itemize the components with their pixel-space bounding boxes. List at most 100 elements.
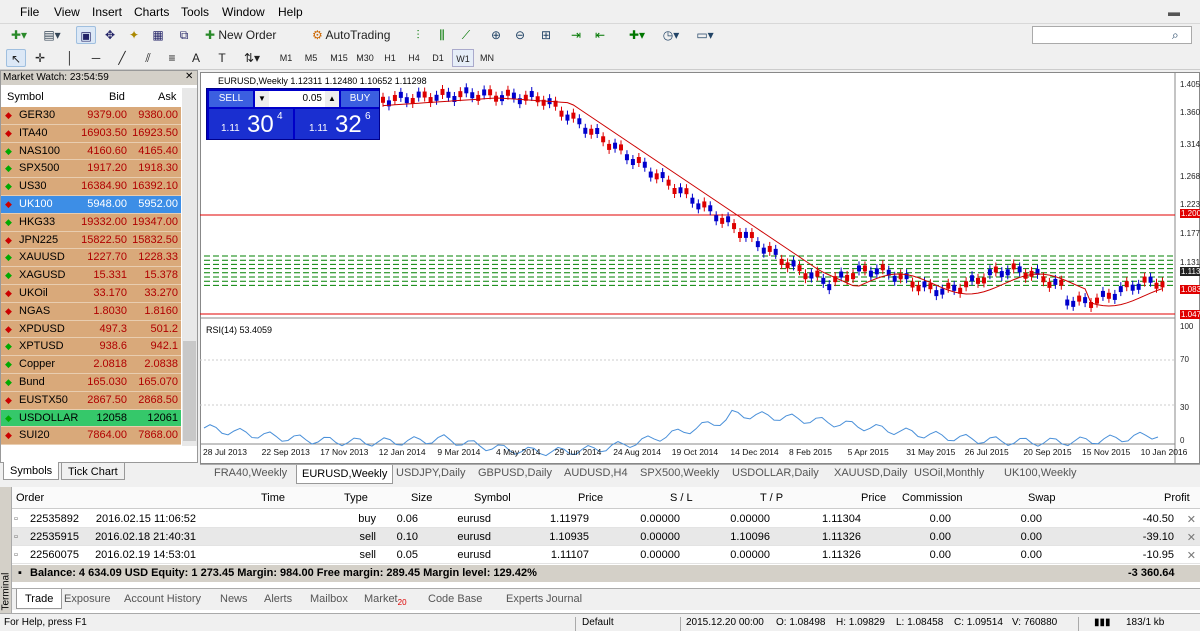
vertical-line-icon[interactable]: │ [60,49,80,67]
market-watch-row[interactable]: ◆ GER30 9379.00 9380.00 [1,107,181,125]
chart-tab[interactable]: UK100,Weekly [1004,467,1077,479]
market-watch-row[interactable]: ◆ EUSTX50 2867.50 2868.50 [1,391,181,410]
col-symbol[interactable]: Symbol [474,492,511,504]
close-order-icon[interactable]: ✕ [1187,513,1196,526]
arrows-icon[interactable]: ⇅▾ [238,49,266,67]
order-row[interactable]: ▫ 22535915 2016.02.18 21:40:31 sell 0.10 euru… [12,528,1200,546]
lot-up-icon[interactable]: ▲ [325,91,339,107]
periods-icon[interactable]: ◷▾ [656,26,686,44]
tab-tick-chart[interactable]: Tick Chart [61,462,125,480]
chart-tab[interactable]: USDJPY,Daily [396,467,466,479]
channel-icon[interactable]: ⫽ [138,49,158,67]
col-commission[interactable]: Commission [902,492,963,504]
indicators-icon[interactable]: ✚▾ [622,26,652,44]
col-time[interactable]: Time [261,492,285,504]
crosshair-icon[interactable]: ✛ [30,49,50,67]
timeframe-h1[interactable]: H1 [380,49,400,67]
col-type[interactable]: Type [344,492,368,504]
new-order-button[interactable]: ✚ New Order [205,26,305,44]
col-price-current[interactable]: Price [861,492,886,504]
menu-window[interactable]: Window [222,5,265,19]
terminal-tab[interactable]: News [220,593,248,605]
terminal-tab[interactable]: Exposure [64,593,110,605]
menu-tools[interactable]: Tools [181,5,209,19]
col-swap[interactable]: Swap [1028,492,1056,504]
menu-file[interactable]: File [20,5,39,19]
text-icon[interactable]: A [188,49,204,67]
order-row[interactable]: ▫ 22560075 2016.02.19 14:53:01 sell 0.05 euru… [12,546,1200,564]
templates-icon[interactable]: ▭▾ [690,26,720,44]
col-tp[interactable]: T / P [760,492,783,504]
close-order-icon[interactable]: ✕ [1187,531,1196,544]
chart-tab[interactable]: FRA40,Weekly [214,467,287,479]
lot-down-icon[interactable]: ▼ [255,91,269,107]
line-chart-icon[interactable]: ⟋ [456,26,476,44]
col-price[interactable]: Price [578,492,603,504]
new-chart-icon[interactable]: ✚▾ [4,26,34,44]
menu-view[interactable]: View [54,5,80,19]
text-label-icon[interactable]: T [212,49,232,67]
timeframe-m1[interactable]: M1 [276,49,296,67]
chart-tab[interactable]: USDOLLAR,Daily [732,467,819,479]
terminal-icon[interactable]: ▦ [148,26,168,44]
chart-tab[interactable]: XAUUSD,Daily [834,467,907,479]
market-watch-row[interactable]: ◆ XPDUSD 497.3 501.2 [1,320,181,339]
sell-button[interactable]: SELL [209,91,253,107]
navigator-icon[interactable]: ✦ [124,26,144,44]
terminal-tab[interactable]: Code Base [428,593,482,605]
terminal-tab[interactable]: Experts [506,593,543,605]
timeframe-m15[interactable]: M15 [326,49,352,67]
candlestick-icon[interactable]: ⫼ [432,26,452,44]
tab-symbols[interactable]: Symbols [3,462,60,480]
col-ask[interactable]: Ask [158,91,176,103]
terminal-tab[interactable]: Journal [546,593,582,605]
timeframe-h4[interactable]: H4 [404,49,424,67]
buy-button[interactable]: BUY [341,91,379,107]
terminal-tab[interactable]: Mailbox [310,593,348,605]
bar-chart-icon[interactable]: ⫶ [408,26,428,44]
timeframe-m5[interactable]: M5 [300,49,322,67]
profiles-icon[interactable]: ▤▾ [38,26,66,44]
market-watch-row[interactable]: ◆ NGAS 1.8030 1.8160 [1,302,181,321]
market-watch-row[interactable]: ◆ HKG33 19332.00 19347.00 [1,213,181,232]
cursor-icon[interactable]: ↖ [6,49,26,67]
timeframe-m30[interactable]: M30 [352,49,378,67]
market-watch-icon[interactable]: ▣ [76,26,96,44]
market-watch-row[interactable]: ◆ NAS100 4160.60 4165.40 [1,142,181,161]
lot-size-input[interactable]: 0.05 [269,91,325,107]
close-icon[interactable]: ✕ [185,71,193,82]
menu-insert[interactable]: Insert [92,5,122,19]
chart-tab[interactable]: GBPUSD,Daily [478,467,552,479]
market-watch-row[interactable]: ◆ UKOil 33.170 33.270 [1,285,181,303]
buy-price[interactable]: 1.11 32 6 [295,109,379,139]
market-watch-row[interactable]: ◆ XAGUSD 15.331 15.378 [1,267,181,285]
close-order-icon[interactable]: ✕ [1187,549,1196,562]
col-size[interactable]: Size [411,492,432,504]
terminal-tab[interactable]: Alerts [264,593,292,605]
scroll-thumb[interactable] [183,341,196,441]
chart-tab[interactable]: EURUSD,Weekly [296,465,394,484]
zoom-out-icon[interactable]: ⊖ [510,26,530,44]
terminal-tab[interactable]: Market20 [364,593,407,607]
terminal-tab[interactable]: Trade [16,589,63,609]
restore-icon[interactable]: ▬ [1168,5,1180,19]
order-row[interactable]: ▫ 22535892 2016.02.15 11:06:52 buy 0.06 eurus… [12,510,1200,528]
sell-price[interactable]: 1.11 30 4 [209,109,293,139]
menu-help[interactable]: Help [278,5,303,19]
trendline-icon[interactable]: ╱ [112,49,132,67]
market-watch-row[interactable]: ◆ USDOLLAR 12058 12061 [1,409,181,428]
search-input[interactable] [1032,26,1192,44]
market-watch-row[interactable]: ◆ JPN225 15822.50 15832.50 [1,231,181,250]
autotrading-button[interactable]: ⚙ AutoTrading [312,26,398,44]
horizontal-line-icon[interactable]: ─ [86,49,106,67]
market-watch-row[interactable]: ◆ US30 16384.90 16392.10 [1,178,181,196]
menu-charts[interactable]: Charts [134,5,169,19]
market-watch-row[interactable]: ◆ SUI20 7864.00 7868.00 [1,427,181,446]
chart-tab[interactable]: SPX500,Weekly [640,467,719,479]
zoom-in-icon[interactable]: ⊕ [486,26,506,44]
timeframe-mn[interactable]: MN [476,49,498,67]
col-symbol[interactable]: Symbol [7,91,44,103]
timeframe-d1[interactable]: D1 [428,49,448,67]
search-icon[interactable]: ⌕ [1172,28,1179,43]
market-watch-row[interactable]: ◆ Copper 2.0818 2.0838 [1,356,181,374]
